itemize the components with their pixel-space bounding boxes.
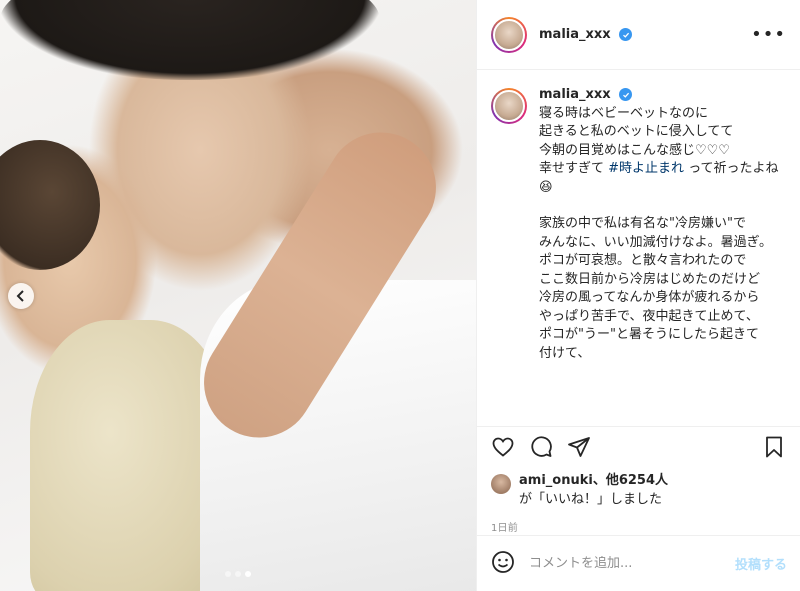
send-icon[interactable] <box>567 435 591 463</box>
post-header: malia_xxx ••• <box>477 0 800 70</box>
post-photo <box>0 0 476 591</box>
likes-suffix: が「いいね！」しました <box>519 492 663 507</box>
more-options-button[interactable]: ••• <box>751 24 786 45</box>
caption-line: 冷房の風ってなんか身体が疲れるから <box>539 290 760 305</box>
verified-icon <box>619 28 633 41</box>
header-username[interactable]: malia_xxx <box>539 27 633 42</box>
caption-line: ポコが可哀想。と散々言われたので <box>539 253 747 268</box>
comment-icon[interactable] <box>529 435 553 463</box>
post-timestamp[interactable]: 1日前 <box>477 509 800 534</box>
post-actions <box>477 427 800 471</box>
caption-fragment: 幸せすぎて <box>539 161 605 176</box>
photo-baby-hair <box>0 140 100 270</box>
photo-hair <box>0 0 380 80</box>
verified-icon <box>619 88 633 101</box>
carousel-prev-button[interactable] <box>8 283 34 309</box>
caption-line: 寝る時はベビーベットなのに <box>539 105 709 121</box>
caption-line-with-hashtag: 幸せすぎて #時よ止まれ って祈ったよね😆 <box>539 160 779 197</box>
likes-summary: ami_onuki、他6254人 が「いいね！」しました <box>477 471 800 509</box>
bookmark-icon[interactable] <box>762 435 786 463</box>
caption-username-text[interactable]: malia_xxx <box>539 87 611 102</box>
caption-line: 付けて、 <box>539 345 591 361</box>
caption-line: ここ数日前から冷房はじめたのだけど <box>539 271 761 287</box>
carousel-dot <box>225 571 231 577</box>
caption-line: 今朝の目覚めはこんな感じ♡♡♡ <box>539 142 730 158</box>
carousel-dot-active <box>245 571 251 577</box>
caption-line: 家族の中で私は有名な"冷房嫌い"で <box>539 216 746 231</box>
carousel-dot <box>235 571 241 577</box>
caption-avatar[interactable] <box>491 88 527 124</box>
comment-bar: 投稿する <box>477 535 800 591</box>
caption: malia_xxx 寝る時はベビーベットなのに 起きると私のベットに侵入してて … <box>539 86 779 426</box>
avatar[interactable] <box>491 16 527 53</box>
carousel-indicator <box>0 571 476 577</box>
comment-input[interactable] <box>529 556 727 571</box>
caption-line: ポコが"うー"と暑そうにしたら起きて <box>539 327 759 342</box>
likes-count[interactable]: 、他6254人 <box>593 473 668 488</box>
liker-username[interactable]: ami_onuki <box>519 473 593 488</box>
caption-area: malia_xxx 寝る時はベビーベットなのに 起きると私のベットに侵入してて … <box>477 70 800 427</box>
caption-line: やっぱり苦手で、夜中起きて止めて、 <box>539 308 759 324</box>
emoji-icon[interactable] <box>491 550 515 578</box>
caption-username[interactable]: malia_xxx <box>539 86 779 105</box>
liker-avatar[interactable] <box>491 474 511 494</box>
chevron-left-icon <box>15 287 27 306</box>
username-text[interactable]: malia_xxx <box>539 27 611 42</box>
post-comment-button[interactable]: 投稿する <box>735 554 787 573</box>
hashtag-link[interactable]: #時よ止まれ <box>608 161 684 176</box>
heart-icon[interactable] <box>491 435 515 463</box>
caption-line: 起きると私のベットに侵入してて <box>539 124 734 139</box>
likes-text: ami_onuki、他6254人 が「いいね！」しました <box>519 471 668 509</box>
post-side-panel: malia_xxx ••• malia_xxx 寝る時はベビーベットなのに 起き… <box>476 0 800 591</box>
caption-line: みんなに、いい加減付けなよ。暑過ぎ。 <box>539 234 772 250</box>
